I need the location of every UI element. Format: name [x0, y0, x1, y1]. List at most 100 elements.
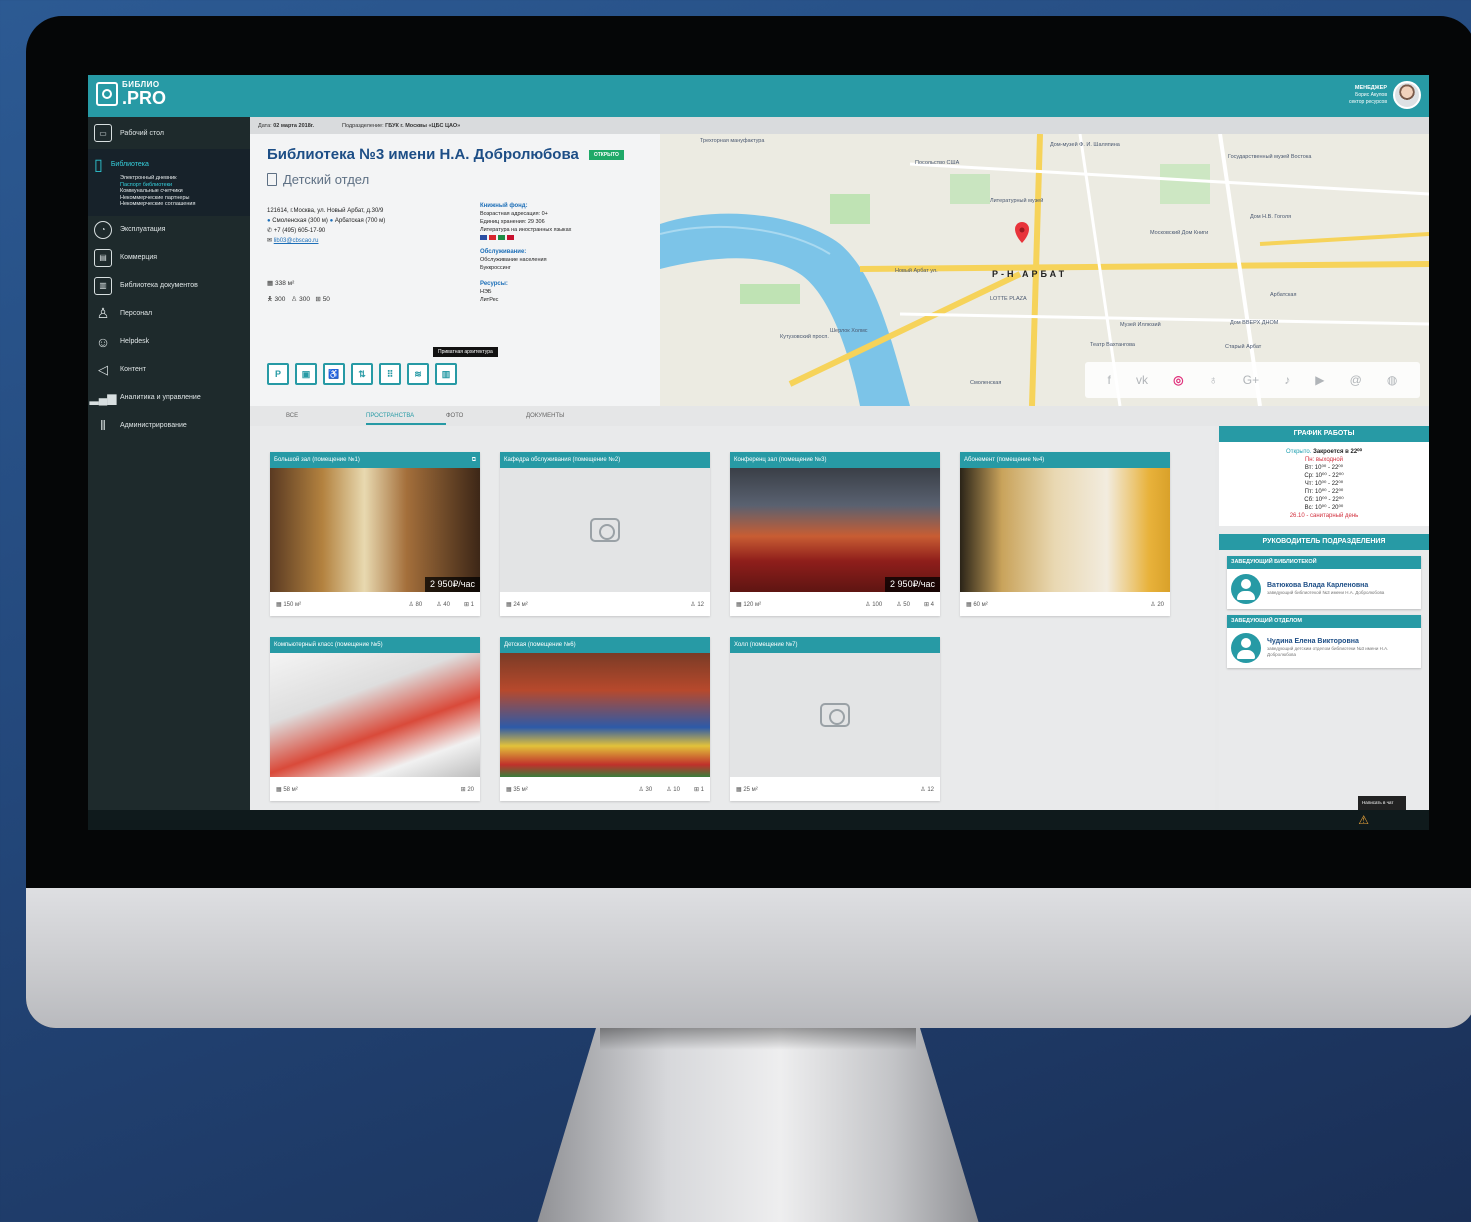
breadcrumb: Дата: 02 марта 2018г. Подразделение: ГБУ… — [250, 117, 1429, 134]
map-label: Литературный музей — [990, 198, 1044, 204]
sidebar-item-library[interactable]: ▯ Библиотека Электронный дневник Паспорт… — [88, 149, 250, 216]
mail-ru-icon[interactable]: @ — [1350, 373, 1362, 387]
room-photo[interactable]: 2 950₽/час — [270, 468, 480, 592]
service-line: Обслуживание населения — [480, 257, 547, 263]
flag-icon — [480, 235, 487, 240]
area-icon: ▦ — [276, 601, 282, 608]
youtube-icon[interactable]: ▶ — [1315, 373, 1324, 387]
warning-icon[interactable]: ⚠ — [1358, 813, 1369, 827]
room-photo-placeholder[interactable] — [500, 468, 710, 592]
building-icon[interactable]: ▥ — [435, 363, 457, 385]
area-icon: ▦ — [276, 786, 282, 793]
instagram-icon[interactable]: ◎ — [1173, 373, 1183, 387]
sidebar-item-desktop[interactable]: ▭ Рабочий стол — [88, 117, 250, 149]
room-photo-placeholder[interactable] — [730, 653, 940, 777]
email-link[interactable]: lib03@cbscao.ru — [274, 238, 319, 244]
head-card[interactable]: ЗАВЕДУЮЩИЙ ОТДЕЛОМ Чудина Елена Викторов… — [1227, 615, 1421, 668]
bookmark-icon: ▯ — [94, 157, 103, 174]
room-card[interactable]: Холл (помещение №7) ▦ 25 м² ♙ 12 — [730, 637, 940, 801]
sidebar-item-label: Рабочий стол — [120, 129, 164, 137]
user-menu[interactable]: МЕНЕДЖЕР Борис Акулов сектор ресурсов — [1349, 81, 1421, 109]
sidebar-item-analytics[interactable]: ▂▄▆ Аналитика и управление — [88, 384, 250, 412]
app-logo[interactable]: БИБЛИО .PRO — [96, 81, 166, 107]
wifi-icon[interactable]: ≋ — [407, 363, 429, 385]
fund-info: Книжный фонд: Возрастная адресация: 0+ Е… — [480, 194, 650, 304]
sidebar-sub-agreements[interactable]: Некоммерческие соглашения — [120, 201, 244, 208]
status-bar: ⚠ — [88, 810, 1429, 830]
edit-icon[interactable]: ⧉ — [472, 452, 476, 468]
person-name: Ватюкова Влада Карленовна — [1267, 582, 1369, 589]
parking-icon[interactable]: P — [267, 363, 289, 385]
sidebar-item-staff[interactable]: ♙ Персонал — [88, 300, 250, 328]
schedule-day: Вт: 10⁰⁰ - 22⁰⁰ — [1304, 465, 1344, 471]
chat-link[interactable]: Написать в чат — [1362, 796, 1402, 809]
sidebar-item-label: Библиотека документов — [120, 282, 198, 289]
desk-person-icon: ⊞ — [315, 296, 321, 303]
schedule-day: Сб: 10⁰⁰ - 22⁰⁰ — [1304, 497, 1344, 503]
heads-title: РУКОВОДИТЕЛЬ ПОДРАЗДЕЛЕНИЯ — [1219, 534, 1429, 550]
sidebar-item-label: Администрирование — [120, 422, 187, 429]
sidebar-item-label: Персонал — [120, 310, 153, 317]
room-card[interactable]: Конференц зал (помещение №3) 2 950₽/час … — [730, 452, 940, 616]
address-text: 121614, г.Москва, ул. Новый Арбат, д.30/… — [267, 208, 384, 214]
walking-person-icon: ♙ — [290, 296, 298, 303]
vk-icon[interactable]: vk — [1136, 373, 1148, 387]
room-card[interactable]: Компьютерный класс (помещение №5) ▦ 58 м… — [270, 637, 480, 801]
facebook-icon[interactable]: f — [1108, 373, 1111, 387]
wheelchair-icon[interactable]: ♿ — [323, 363, 345, 385]
sidebar-item-content[interactable]: ◁ Контент — [88, 356, 250, 384]
open-status: Открыто. — [1286, 449, 1312, 455]
braille-icon[interactable]: ⠿ — [379, 363, 401, 385]
library-stats: ▦ 338 м² 🯅 300 ♙ 300 ⊞ 50 — [267, 276, 330, 308]
sidebar-item-documents[interactable]: ▥ Библиотека документов — [88, 272, 250, 300]
room-cap: 20 — [1157, 601, 1164, 608]
elevator-icon[interactable]: ⇅ — [351, 363, 373, 385]
head-card-caption: ЗАВЕДУЮЩИЙ БИБЛИОТЕКОЙ — [1227, 556, 1421, 569]
add-photo-icon — [820, 703, 850, 727]
map-label: Государственный музей Востока — [1228, 154, 1312, 160]
twitter-icon[interactable]: ♪ — [1284, 373, 1290, 387]
sidebar-item-helpdesk[interactable]: ☺ Helpdesk — [88, 328, 250, 356]
odnoklassniki-icon[interactable]: ♁ — [1209, 373, 1218, 387]
sidebar-item-admin[interactable]: ⦀ Администрирование — [88, 412, 250, 440]
person-avatar-icon — [1231, 574, 1261, 604]
person-role: заведующий библиотекой №3 имени Н.А. Доб… — [1267, 590, 1385, 595]
google-plus-icon[interactable]: G+ — [1243, 373, 1259, 387]
head-card[interactable]: ЗАВЕДУЮЩИЙ БИБЛИОТЕКОЙ Ватюкова Влада Ка… — [1227, 556, 1421, 609]
room-photo[interactable] — [960, 468, 1170, 592]
room-card[interactable]: Кафедра обслуживания (помещение №2) ▦ 24… — [500, 452, 710, 616]
sidebar-item-label: Коммерция — [120, 254, 158, 261]
room-photo[interactable]: 2 950₽/час — [730, 468, 940, 592]
sidebar-item-operations[interactable]: ◔ Эксплуатация — [88, 216, 250, 244]
tab-photos[interactable]: ФОТО — [446, 413, 526, 419]
department-selector[interactable]: Детский отдел — [267, 172, 369, 187]
tab-all[interactable]: ВСЕ — [286, 413, 366, 419]
social-share-bar: f vk ◎ ♁ G+ ♪ ▶ @ ◍ — [1085, 362, 1420, 398]
main-area: Дата: 02 марта 2018г. Подразделение: ГБУ… — [250, 117, 1429, 830]
map-label: Театр Вахтангова — [1090, 342, 1135, 348]
schedule: Открыто. Закроется в 22⁰⁰ Пн: выходной В… — [1219, 442, 1429, 526]
room-card[interactable]: Детская (помещение №6) ▦ 35 м² ♙ 30 ♙ 10… — [500, 637, 710, 801]
tab-spaces[interactable]: ПРОСТРАНСТВА — [366, 413, 446, 425]
phone-icon: ✆ — [267, 228, 273, 234]
accessible-toilet-icon[interactable]: ▣ — [295, 363, 317, 385]
cap-standing: 300 — [274, 296, 286, 303]
room-photo[interactable] — [270, 653, 480, 777]
room-card[interactable]: Большой зал (помещение №1) ⧉ 2 950₽/час ▦… — [270, 452, 480, 616]
web-icon[interactable]: ◍ — [1387, 373, 1397, 387]
room-cap: 30 — [645, 786, 653, 793]
person-avatar-icon — [1231, 633, 1261, 663]
cap-desk: 50 — [322, 296, 330, 303]
tab-documents[interactable]: ДОКУМЕНТЫ — [526, 413, 606, 419]
close-time: Закроется в 22⁰⁰ — [1313, 449, 1362, 455]
schedule-title: ГРАФИК РАБОТЫ — [1219, 426, 1429, 442]
sidebar-item-label: Эксплуатация — [120, 226, 166, 233]
logo-icon — [96, 82, 118, 106]
sidebar-item-commerce[interactable]: ▤ Коммерция — [88, 244, 250, 272]
room-photo[interactable] — [500, 653, 710, 777]
room-card[interactable]: Абонемент (помещение №4) ▦ 60 м² ♙ 20 — [960, 452, 1170, 616]
avatar[interactable] — [1393, 81, 1421, 109]
map[interactable]: Трехгорная мануфактура Посольство США До… — [660, 134, 1429, 406]
fund-line: Возрастная адресация: 0+ — [480, 211, 548, 217]
language-flags — [480, 235, 650, 240]
